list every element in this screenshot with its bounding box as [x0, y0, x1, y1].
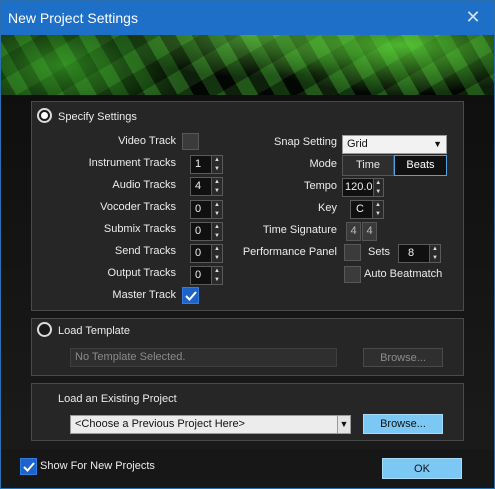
video-track-checkbox[interactable] — [182, 133, 199, 150]
key-value: C — [356, 203, 364, 215]
snap-setting-select[interactable]: Grid ▼ — [342, 135, 447, 154]
submix-tracks-stepper[interactable]: 0 ▲ ▼ — [190, 222, 223, 241]
time-signature-label: Time Signature — [262, 224, 337, 236]
audio-tracks-label: Audio Tracks — [112, 179, 176, 191]
mode-beats-button[interactable]: Beats — [394, 155, 447, 176]
key-stepper[interactable]: C ▲ ▼ — [350, 200, 384, 219]
tempo-value: 120.0 — [345, 181, 373, 193]
show-for-new-projects-label: Show For New Projects — [40, 460, 155, 472]
stepper-arrows-icon[interactable]: ▲ ▼ — [211, 178, 222, 195]
instrument-tracks-value: 1 — [195, 158, 202, 170]
vocoder-tracks-stepper[interactable]: 0 ▲ ▼ — [190, 200, 223, 219]
sets-label: Sets — [368, 246, 391, 258]
auto-beatmatch-checkbox[interactable] — [344, 266, 361, 283]
mode-label: Mode — [309, 158, 337, 170]
existing-browse-button[interactable]: Browse... — [363, 414, 443, 434]
template-browse-button: Browse... — [363, 348, 443, 367]
specify-settings-label: Specify Settings — [58, 111, 137, 123]
instrument-tracks-stepper[interactable]: 1 ▲ ▼ — [190, 155, 223, 174]
stepper-arrows-icon[interactable]: ▲ ▼ — [429, 245, 440, 262]
output-tracks-stepper[interactable]: 0 ▲ ▼ — [190, 266, 223, 285]
audio-tracks-stepper[interactable]: 4 ▲ ▼ — [190, 177, 223, 196]
performance-panel-checkbox[interactable] — [344, 244, 361, 261]
output-tracks-value: 0 — [195, 269, 202, 281]
master-track-checkbox[interactable] — [182, 287, 199, 304]
dialog-window: New Project Settings ✕ Specify Settings … — [0, 0, 495, 489]
load-template-radio[interactable] — [37, 322, 52, 337]
output-tracks-label: Output Tracks — [107, 267, 176, 279]
send-tracks-value: 0 — [195, 247, 202, 259]
stepper-arrows-icon[interactable]: ▲ ▼ — [211, 201, 222, 218]
video-track-label: Video Track — [118, 135, 176, 147]
send-tracks-label: Send Tracks — [114, 245, 176, 257]
performance-panel-label: Performance Panel — [242, 246, 337, 258]
sets-stepper[interactable]: 8 ▲ ▼ — [398, 244, 441, 263]
snap-setting-value: Grid — [347, 138, 368, 150]
stepper-arrows-icon[interactable]: ▲ ▼ — [211, 267, 222, 284]
submix-tracks-label: Submix Tracks — [103, 223, 176, 235]
load-existing-label: Load an Existing Project — [58, 393, 177, 405]
title-bar[interactable]: New Project Settings ✕ — [1, 1, 494, 35]
vocoder-tracks-value: 0 — [195, 203, 202, 215]
tempo-label: Tempo — [303, 180, 337, 192]
tempo-stepper[interactable]: 120.0 ▲ ▼ — [342, 178, 384, 197]
stepper-arrows-icon[interactable]: ▲ ▼ — [211, 156, 222, 173]
stepper-arrows-icon[interactable]: ▲ ▼ — [211, 245, 222, 262]
chevron-down-icon[interactable]: ▼ — [337, 416, 350, 433]
previous-project-combo[interactable]: <Choose a Previous Project Here> ▼ — [70, 415, 351, 434]
stepper-arrows-icon[interactable]: ▲ ▼ — [372, 201, 383, 218]
instrument-tracks-label: Instrument Tracks — [88, 157, 176, 169]
show-for-new-projects-checkbox[interactable] — [20, 458, 37, 475]
time-signature-numerator[interactable]: 4 — [346, 222, 361, 241]
template-path-field: No Template Selected. — [70, 348, 337, 367]
auto-beatmatch-label: Auto Beatmatch — [364, 268, 443, 280]
time-signature-denominator[interactable]: 4 — [362, 222, 377, 241]
specify-settings-radio[interactable] — [37, 108, 52, 123]
stepper-arrows-icon[interactable]: ▲ ▼ — [211, 223, 222, 240]
key-label: Key — [318, 202, 337, 214]
vocoder-tracks-label: Vocoder Tracks — [100, 201, 176, 213]
checkmark-icon — [185, 291, 197, 301]
ok-button[interactable]: OK — [382, 458, 462, 479]
previous-project-value: <Choose a Previous Project Here> — [75, 418, 245, 430]
send-tracks-stepper[interactable]: 0 ▲ ▼ — [190, 244, 223, 263]
close-icon[interactable]: ✕ — [462, 6, 484, 28]
chevron-down-icon: ▼ — [433, 139, 442, 149]
stepper-arrows-icon[interactable]: ▲ ▼ — [372, 179, 383, 196]
checkmark-icon — [23, 462, 35, 472]
mode-time-button[interactable]: Time — [342, 155, 394, 176]
load-template-label: Load Template — [58, 325, 130, 337]
snap-setting-label: Snap Setting — [274, 136, 337, 148]
window-title: New Project Settings — [8, 10, 138, 26]
audio-tracks-value: 4 — [195, 180, 202, 192]
sets-value: 8 — [408, 247, 415, 259]
master-track-label: Master Track — [112, 289, 176, 301]
submix-tracks-value: 0 — [195, 225, 202, 237]
